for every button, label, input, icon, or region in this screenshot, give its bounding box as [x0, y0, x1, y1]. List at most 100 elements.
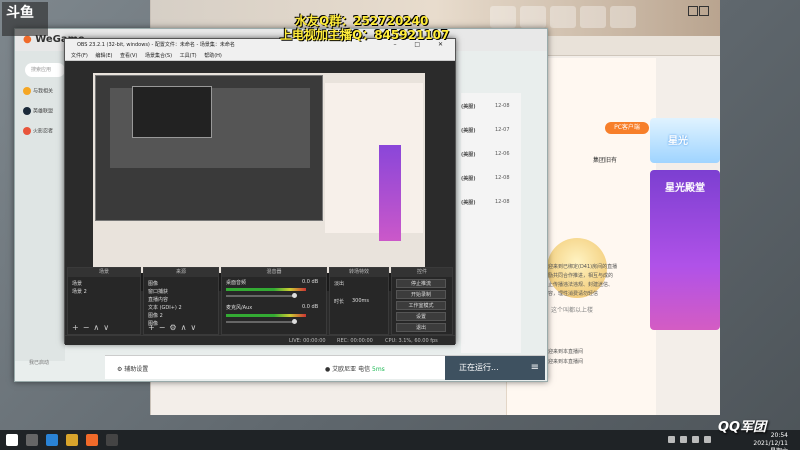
- live-time: LIVE: 00:00:00: [289, 338, 326, 344]
- mic-audio-label: 麦克风/Aux: [226, 305, 253, 311]
- browser-tab[interactable]: [490, 6, 516, 28]
- menu-icon[interactable]: ≡: [531, 356, 539, 380]
- follow-text: 这个叫都以上楼: [551, 307, 594, 314]
- list-item[interactable]: (美服) 12-07: [461, 127, 521, 134]
- corner-watermark: QQ军团: [718, 420, 767, 435]
- assist-settings-button[interactable]: ⚙ 辅助设置: [117, 364, 148, 373]
- desktop-audio-db: 0.0 dB: [302, 279, 319, 285]
- mixer-dock-title: 混音器: [222, 268, 326, 277]
- start-icon[interactable]: [6, 434, 18, 446]
- menu-scene-collection[interactable]: 场景集合(S): [145, 51, 172, 61]
- sidebar-item-naruto[interactable]: 火影忍者: [23, 127, 65, 141]
- duration-label: 时长: [334, 299, 345, 305]
- duration-input[interactable]: 300ms: [352, 298, 369, 304]
- exit-button[interactable]: 退出: [396, 323, 446, 332]
- search-input[interactable]: 搜索应用: [25, 63, 65, 77]
- menu-help[interactable]: 帮助(H): [204, 51, 222, 61]
- controls-dock-title: 控件: [392, 268, 452, 277]
- search-icon[interactable]: [26, 434, 38, 446]
- naruto-icon: [23, 127, 31, 135]
- lol-icon[interactable]: [66, 434, 78, 446]
- list-item[interactable]: (美服) 12-08: [461, 199, 521, 206]
- browser-tab[interactable]: [520, 6, 546, 28]
- browser-icon[interactable]: [46, 434, 58, 446]
- promo-banner[interactable]: 星光殿堂: [650, 170, 720, 330]
- source-item[interactable]: 直播内容: [148, 296, 168, 303]
- running-button[interactable]: 正在运行... ≡: [445, 356, 545, 380]
- maximize-icon[interactable]: [699, 6, 709, 16]
- server-status: ● 艾欧尼亚 电信 5ms: [325, 366, 385, 373]
- sources-dock: 来源 图像 窗口捕获 直播内容 文本 (GDI+) 2 图像 2 图像 +−⚙∧…: [143, 267, 219, 335]
- scene-item[interactable]: 场景 2: [72, 288, 87, 295]
- transition-select[interactable]: 淡出: [334, 280, 344, 287]
- source-controls[interactable]: +−⚙∧∨: [148, 323, 200, 332]
- obs-preview[interactable]: [93, 73, 425, 291]
- list-item[interactable]: (美服) 12-08: [461, 175, 521, 182]
- douyu-logo: 斗鱼: [2, 2, 48, 36]
- list-item[interactable]: (美服) 12-08: [461, 103, 521, 110]
- minimize-icon[interactable]: [688, 6, 698, 16]
- studio-mode-button[interactable]: 工作室模式: [396, 301, 446, 310]
- wegame-icon[interactable]: [86, 434, 98, 446]
- controls-dock: 控件 停止推流 开始录制 工作室模式 设置 退出: [391, 267, 453, 335]
- sidebar-bottom-label[interactable]: 我已启动: [29, 359, 49, 366]
- browser-tab[interactable]: [550, 6, 576, 28]
- source-item[interactable]: 图像 2: [148, 312, 163, 319]
- start-record-button[interactable]: 开始录制: [396, 290, 446, 299]
- chat-line: 欢迎来到本直播间: [543, 349, 584, 355]
- source-item[interactable]: 图像: [148, 280, 158, 287]
- sidebar-item-related[interactable]: 与我相关: [23, 87, 65, 101]
- volume-icon[interactable]: [704, 436, 711, 443]
- source-item[interactable]: 文本 (GDI+) 2: [148, 304, 182, 311]
- cpu-fps: CPU: 3.1%, 60.00 fps: [385, 338, 438, 344]
- obs-menubar: 文件(F) 编辑(E) 查看(V) 场景集合(S) 工具(T) 帮助(H): [65, 51, 455, 61]
- pc-client-badge[interactable]: PC客户端: [605, 122, 649, 134]
- stop-stream-button[interactable]: 停止推流: [396, 279, 446, 288]
- sidebar-item-lol[interactable]: 英雄联盟: [23, 107, 65, 121]
- source-item[interactable]: 窗口捕获: [148, 288, 168, 295]
- obs-statusbar: LIVE: 00:00:00 REC: 00:00:00 CPU: 3.1%, …: [65, 335, 455, 345]
- chat-line: 禁止传播违法违规、封建迷信、: [543, 282, 614, 288]
- news-list: (美服) 12-08 (美服) 12-07 (美服) 12-06 (美服) 12-08 …: [461, 93, 521, 353]
- browser-tab[interactable]: [610, 6, 636, 28]
- desktop-audio-label: 桌面音频: [226, 280, 247, 286]
- list-item[interactable]: (美服) 12-06: [461, 151, 521, 158]
- desktop-volume-slider[interactable]: [226, 295, 296, 297]
- desktop-audio-meter: [226, 288, 306, 291]
- menu-tools[interactable]: 工具(T): [180, 51, 197, 61]
- scenes-dock-title: 场景: [68, 268, 140, 277]
- settings-button[interactable]: 设置: [396, 312, 446, 321]
- scene-item[interactable]: 场景: [72, 280, 82, 287]
- obs-icon[interactable]: [106, 434, 118, 446]
- browser-tab[interactable]: [580, 6, 606, 28]
- network-icon[interactable]: [692, 436, 699, 443]
- tray-icon[interactable]: [668, 436, 675, 443]
- clock-date: 2021/12/11 星期六: [753, 440, 788, 450]
- preview-banner: [379, 145, 401, 241]
- overlay-host-qq: 上电视加主播Q：845921107: [280, 28, 450, 42]
- menu-edit[interactable]: 编辑(E): [95, 51, 112, 61]
- slider-knob[interactable]: [292, 293, 297, 298]
- slider-knob[interactable]: [292, 319, 297, 324]
- transitions-dock: 转场特效 淡出 时长 300ms: [329, 267, 389, 335]
- mic-audio-meter: [226, 314, 306, 317]
- taskbar: 20:54 2021/12/11 星期六: [0, 430, 800, 450]
- rec-time: REC: 00:00:00: [337, 338, 373, 344]
- chat-line: 鼓励共同合作推进，相互与成的: [543, 273, 614, 279]
- followers-label: 集团旧有: [593, 157, 618, 164]
- mixer-dock: 混音器 桌面音频 0.0 dB 麦克风/Aux 0.0 dB: [221, 267, 327, 335]
- chat-line: 内容，理性消费请勿轻信: [543, 291, 599, 297]
- preview-nested-obs: [95, 75, 323, 221]
- menu-file[interactable]: 文件(F): [71, 51, 88, 61]
- transitions-dock-title: 转场特效: [330, 268, 388, 277]
- mic-audio-db: 0.0 dB: [302, 304, 319, 310]
- star-badge[interactable]: 星光: [650, 118, 720, 163]
- promo-banner-text: 星光殿堂: [665, 183, 705, 194]
- mic-volume-slider[interactable]: [226, 321, 296, 323]
- menu-view[interactable]: 查看(V): [120, 51, 137, 61]
- wegame-sidebar: 搜索应用 与我相关 英雄联盟 火影忍者: [15, 51, 65, 361]
- scene-controls[interactable]: +−∧∨: [72, 323, 113, 332]
- window-controls: [688, 6, 720, 20]
- tray-icon[interactable]: [680, 436, 687, 443]
- wegame-bottom-bar: ⚙ 辅助设置 ● 艾欧尼亚 电信 5ms 正在运行... ≡: [105, 355, 545, 380]
